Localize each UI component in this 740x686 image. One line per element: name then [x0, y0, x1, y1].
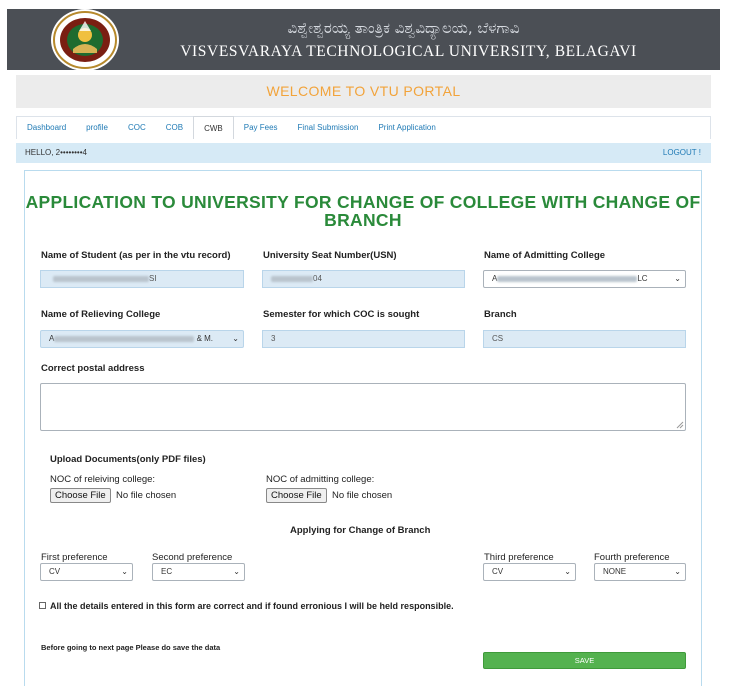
usn-field[interactable]: 04	[262, 270, 465, 288]
hello-user-text: HELLO, 2••••••••4	[25, 148, 87, 157]
tab-cob[interactable]: COB	[156, 117, 193, 139]
first-preference-value: CV	[49, 567, 61, 576]
branch-label: Branch	[484, 309, 517, 320]
tab-cwb[interactable]: CWB	[193, 116, 234, 139]
logout-link[interactable]: LOGOUT !	[663, 143, 701, 163]
noc-relieving-label: NOC of releiving college:	[50, 474, 156, 485]
chevron-down-icon: ⌄	[564, 567, 571, 576]
postal-address-textarea[interactable]	[40, 383, 686, 431]
choose-file-admitting-button[interactable]: Choose File	[266, 488, 327, 503]
admitting-college-value-suffix: LC	[637, 274, 648, 283]
fourth-preference-select[interactable]: NONE ⌄	[594, 563, 686, 581]
university-name: VISVESVARAYA TECHNOLOGICAL UNIVERSITY, B…	[180, 43, 637, 60]
branch-field[interactable]: CS	[483, 330, 686, 348]
chevron-down-icon: ⌄	[233, 567, 240, 576]
second-preference-label: Second preference	[152, 552, 233, 563]
third-preference-label: Third preference	[484, 552, 554, 563]
kannada-university-title: ವಿಶ್ವೇಶ್ವರಯ್ಯ ತಾಂತ್ರಿಕ ವಿಶ್ವವಿದ್ಯಾಲಯ, ಬೆ…	[287, 19, 520, 37]
semester-field[interactable]: 3	[262, 330, 465, 348]
admitting-college-label: Name of Admitting College	[484, 250, 606, 261]
relieving-college-value-suffix: & M.	[196, 334, 214, 343]
choose-file-relieving-button[interactable]: Choose File	[50, 488, 111, 503]
chevron-down-icon: ⌄	[121, 567, 128, 576]
student-name-field[interactable]: SI	[40, 270, 244, 288]
relieving-college-label: Name of Relieving College	[41, 309, 161, 320]
university-header: ವಿಶ್ವೇಶ್ವರಯ್ಯ ತಾಂತ್ರಿಕ ವಿಶ್ವವಿದ್ಯಾಲಯ, ಬೆ…	[7, 9, 720, 71]
semester-label: Semester for which COC is sought	[263, 309, 420, 320]
fourth-preference-value: NONE	[603, 567, 627, 576]
nav-tabs: Dashboard profile COC COB CWB Pay Fees F…	[16, 116, 711, 139]
second-preference-value: EC	[161, 567, 173, 576]
tab-profile[interactable]: profile	[76, 117, 118, 139]
chevron-down-icon: ⌄	[232, 334, 239, 343]
save-note: Before going to next page Please do save…	[41, 643, 221, 652]
usn-value: 04	[313, 274, 322, 283]
postal-address-label: Correct postal address	[41, 363, 145, 374]
noc-admitting-label: NOC of admitting college:	[266, 474, 375, 485]
relieving-college-select[interactable]: A & M. ⌄	[40, 330, 244, 348]
admitting-file-status: No file chosen	[332, 490, 393, 501]
student-name-value: SI	[149, 274, 157, 283]
user-greeting-bar: HELLO, 2••••••••4 LOGOUT !	[16, 143, 711, 163]
first-preference-select[interactable]: CV ⌄	[40, 563, 133, 581]
branch-change-heading: Applying for Change of Branch	[290, 525, 431, 536]
save-button[interactable]: SAVE	[483, 652, 686, 669]
third-preference-value: CV	[492, 567, 504, 576]
tab-coc[interactable]: COC	[118, 117, 156, 139]
declaration-text: All the details entered in this form are…	[50, 601, 454, 611]
first-preference-label: First preference	[41, 552, 108, 563]
usn-label: University Seat Number(USN)	[263, 250, 397, 261]
chevron-down-icon: ⌄	[674, 567, 681, 576]
second-preference-select[interactable]: EC ⌄	[152, 563, 245, 581]
fourth-preference-label: Fourth preference	[594, 552, 670, 563]
welcome-banner: WELCOME TO VTU PORTAL	[16, 75, 711, 108]
tab-final-submission[interactable]: Final Submission	[288, 117, 369, 139]
tab-dashboard[interactable]: Dashboard	[17, 117, 76, 139]
form-title: APPLICATION TO UNIVERSITY FOR CHANGE OF …	[25, 192, 701, 230]
admitting-college-select[interactable]: A LC ⌄	[483, 270, 686, 288]
tab-print-application[interactable]: Print Application	[368, 117, 445, 139]
chevron-down-icon: ⌄	[674, 274, 681, 283]
resize-handle-icon[interactable]	[676, 421, 684, 429]
declaration-checkbox[interactable]	[39, 602, 46, 609]
upload-documents-label: Upload Documents(only PDF files)	[50, 454, 206, 465]
relieving-file-status: No file chosen	[116, 490, 177, 501]
third-preference-select[interactable]: CV ⌄	[483, 563, 576, 581]
tab-pay-fees[interactable]: Pay Fees	[234, 117, 288, 139]
student-name-label: Name of Student (as per in the vtu recor…	[41, 250, 231, 261]
